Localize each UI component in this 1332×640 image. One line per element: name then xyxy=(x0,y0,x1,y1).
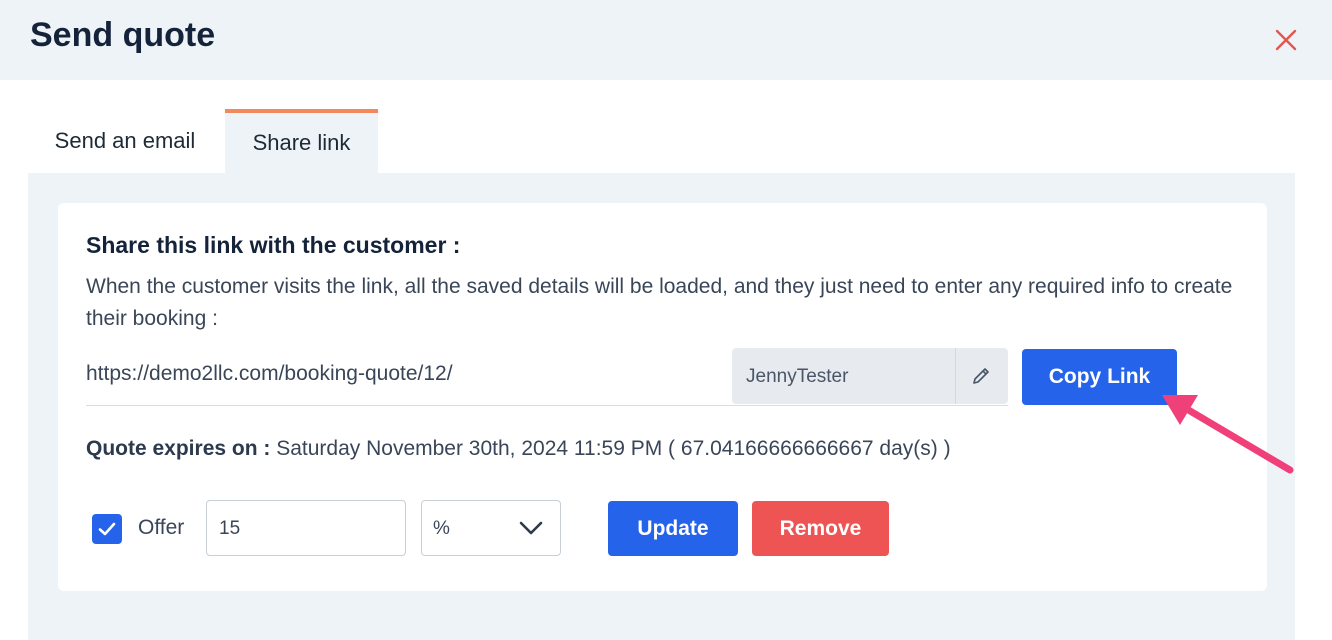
checkmark-icon xyxy=(98,522,116,536)
close-icon[interactable] xyxy=(1270,24,1302,56)
username-divider xyxy=(955,348,956,404)
username-value: JennyTester xyxy=(746,366,849,387)
tab-send-email[interactable]: Send an email xyxy=(40,109,210,173)
update-button[interactable]: Update xyxy=(608,501,738,556)
pencil-icon[interactable] xyxy=(969,364,993,388)
share-heading: Share this link with the customer : xyxy=(86,232,461,258)
offer-amount-value: 15 xyxy=(219,518,241,539)
quote-expiry: Quote expires on : Saturday November 30t… xyxy=(86,437,951,461)
offer-checkbox[interactable] xyxy=(92,514,122,544)
expiry-label: Quote expires on : xyxy=(86,437,271,460)
share-url[interactable]: https://demo2llc.com/booking-quote/12/ xyxy=(86,362,453,386)
expiry-value: Saturday November 30th, 2024 11:59 PM ( … xyxy=(276,437,951,460)
offer-unit-value: % xyxy=(433,518,450,539)
share-description: When the customer visits the link, all t… xyxy=(86,275,1233,330)
chevron-down-icon xyxy=(519,521,543,535)
url-underline xyxy=(86,405,1008,406)
annotation-arrow-icon xyxy=(1162,395,1294,474)
remove-button[interactable]: Remove xyxy=(752,501,889,556)
dialog-title: Send quote xyxy=(30,16,216,54)
tab-share-link[interactable]: Share link xyxy=(225,109,378,173)
offer-label: Offer xyxy=(138,516,185,539)
